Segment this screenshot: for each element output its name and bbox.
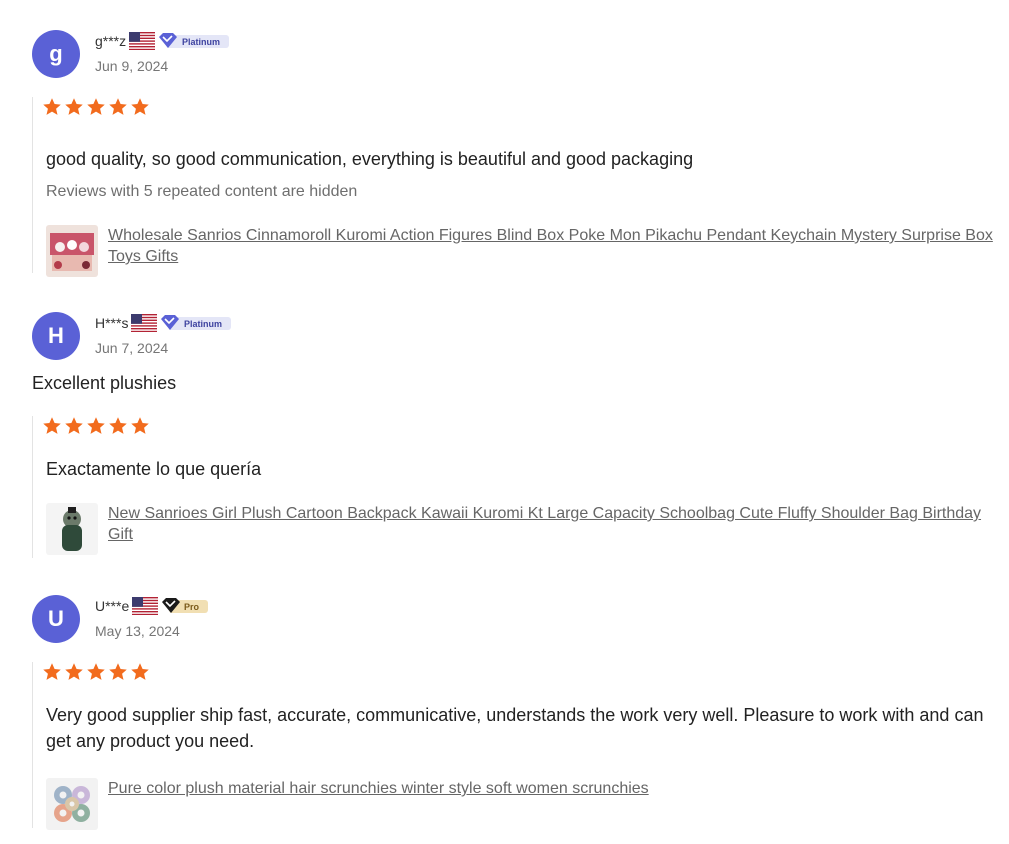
badge-label: Platinum <box>184 319 222 329</box>
star-icon <box>43 663 61 680</box>
user-line: U***e Pro <box>95 597 209 615</box>
platinum-badge-icon: Platinum <box>161 315 232 330</box>
product-link-row[interactable]: New Sanrioes Girl Plush Cartoon Backpack… <box>46 503 1009 555</box>
star-icon <box>109 663 127 680</box>
avatar: g <box>32 30 80 78</box>
review-card: U U***e Pro May 13, 2024 Very good suppl… <box>0 570 1009 844</box>
star-icon <box>109 417 127 434</box>
product-link[interactable]: New Sanrioes Girl Plush Cartoon Backpack… <box>108 503 1009 545</box>
star-icon <box>131 417 149 434</box>
review-date: Jun 9, 2024 <box>95 58 169 74</box>
review-headline: Excellent plushies <box>32 373 177 393</box>
star-icon <box>109 98 127 115</box>
product-thumbnail[interactable] <box>46 778 98 830</box>
product-link[interactable]: Wholesale Sanrios Cinnamoroll Kuromi Act… <box>108 225 1009 267</box>
hidden-reviews-note: Reviews with 5 repeated content are hidd… <box>46 183 358 200</box>
product-thumbnail[interactable] <box>46 503 98 555</box>
username: U***e <box>95 598 130 614</box>
product-link[interactable]: Pure color plush material hair scrunchie… <box>108 778 649 799</box>
platinum-badge-icon: Platinum <box>159 33 230 48</box>
us-flag-icon <box>129 32 156 50</box>
review-body: Exactamente lo que quería New Sanrioes G… <box>32 416 1009 558</box>
username: H***s <box>95 315 129 331</box>
star-icon <box>43 98 61 115</box>
star-rating <box>42 416 1009 436</box>
us-flag-icon <box>131 314 158 332</box>
star-icon <box>65 663 83 680</box>
product-link-row[interactable]: Wholesale Sanrios Cinnamoroll Kuromi Act… <box>46 225 1009 277</box>
user-line: H***s Platinum <box>95 314 232 332</box>
star-rating <box>42 662 1009 682</box>
avatar: U <box>32 595 80 643</box>
username: g***z <box>95 33 127 49</box>
review-text: good quality, so good communication, eve… <box>46 149 694 169</box>
star-rating <box>42 97 1009 117</box>
review-date: May 13, 2024 <box>95 623 180 639</box>
review-date: Jun 7, 2024 <box>95 340 169 356</box>
review-card: H H***s Platinum Jun 7, 2024 Excellent p… <box>0 290 1009 570</box>
badge-label: Platinum <box>182 37 220 47</box>
product-link-row[interactable]: Pure color plush material hair scrunchie… <box>46 778 1009 830</box>
review-text: Exactamente lo que quería <box>46 459 262 479</box>
review-body: Very good supplier ship fast, accurate, … <box>32 662 1009 830</box>
review-text: Very good supplier ship fast, accurate, … <box>46 705 984 751</box>
star-icon <box>87 417 105 434</box>
us-flag-icon <box>132 597 159 615</box>
star-icon <box>43 417 61 434</box>
avatar: H <box>32 312 80 360</box>
review-card: g g***z Platinum Jun 9, 2024 good qualit… <box>0 0 1009 290</box>
product-thumbnail[interactable] <box>46 225 98 277</box>
star-icon <box>65 98 83 115</box>
review-body: good quality, so good communication, eve… <box>32 97 1009 277</box>
user-line: g***z Platinum <box>95 32 230 50</box>
badge-label: Pro <box>184 602 200 612</box>
star-icon <box>87 98 105 115</box>
star-icon <box>131 98 149 115</box>
star-icon <box>131 663 149 680</box>
star-icon <box>65 417 83 434</box>
star-icon <box>87 663 105 680</box>
pro-badge-icon: Pro <box>162 598 209 613</box>
